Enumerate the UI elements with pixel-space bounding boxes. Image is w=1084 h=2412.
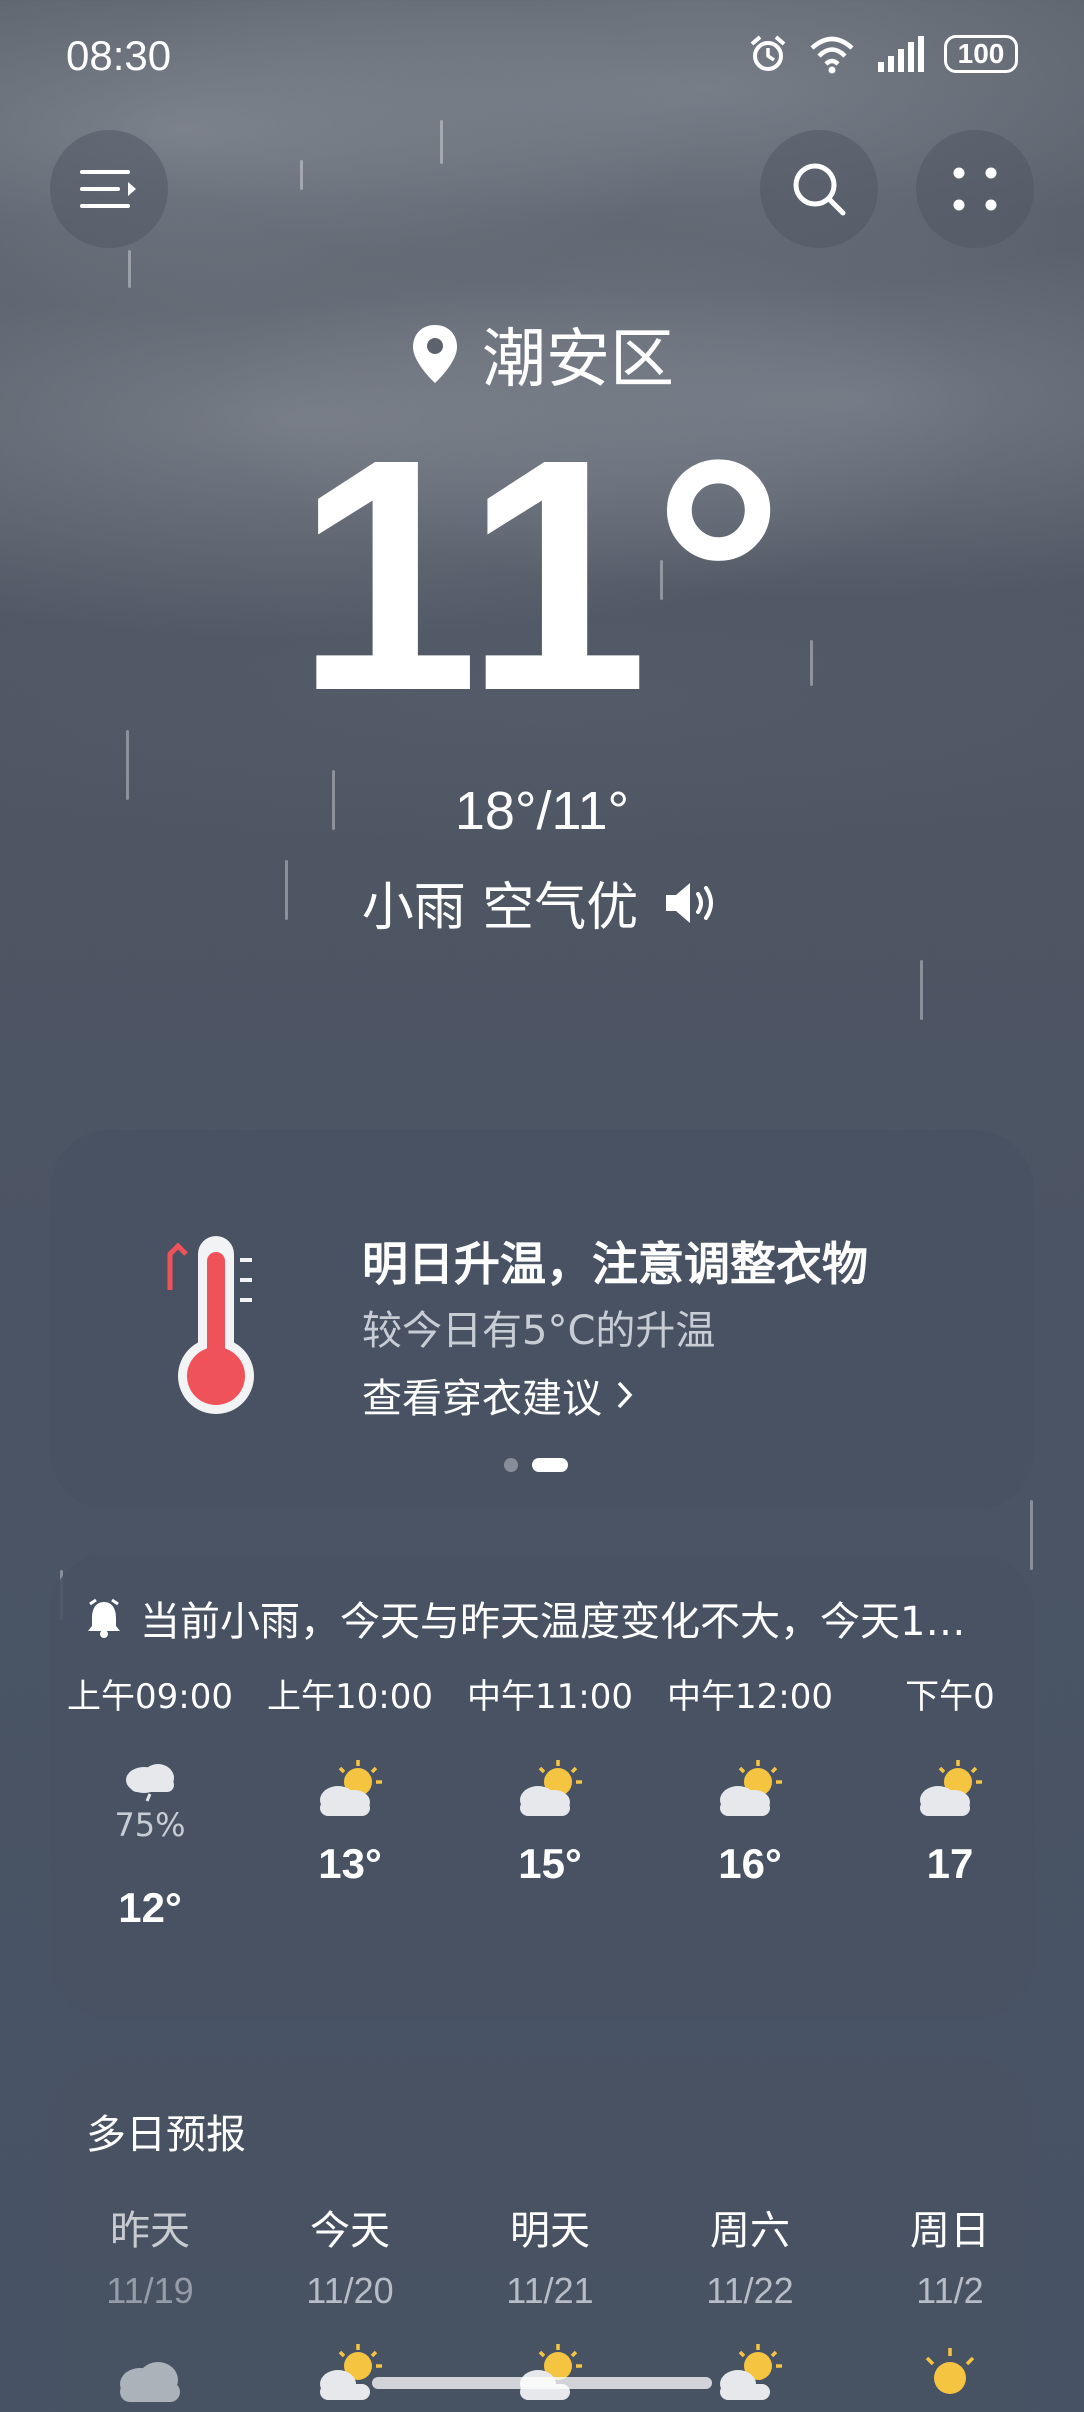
partly-sunny-icon <box>520 2344 582 2400</box>
partly-sunny-icon <box>520 1760 582 1816</box>
hour-item: 中午12:00 16° <box>650 1669 850 1888</box>
day-name: 昨天 <box>110 2208 190 2254</box>
hour-time: 下午0 <box>905 1677 995 1717</box>
clothing-tip-card[interactable]: 明日升温，注意调整衣物 较今日有5°C的升温 查看穿衣建议 <box>50 1130 1034 1510</box>
wifi-icon <box>810 36 854 74</box>
hour-time: 中午11:00 <box>467 1677 633 1717</box>
rain-streak <box>440 120 443 164</box>
alarm-icon <box>750 35 786 71</box>
hour-item: 中午11:00 15° <box>450 1669 650 1888</box>
speaker-icon[interactable] <box>662 878 722 928</box>
day-name: 今天 <box>310 2208 390 2254</box>
status-time: 08:30 <box>66 32 172 79</box>
chevron-right-icon <box>617 1381 633 1409</box>
weather-alert: 当前小雨，今天与昨天温度变化不大，今天1… <box>86 1589 1001 1647</box>
hour-time: 上午10:00 <box>267 1677 433 1717</box>
tip-subtitle: 较今日有5°C的升温 <box>362 1308 716 1354</box>
partly-sunny-icon <box>720 2344 782 2400</box>
location-header[interactable]: 潮安区 <box>0 308 1084 400</box>
rain-streak <box>1030 1500 1033 1570</box>
partly-sunny-icon <box>320 2344 382 2400</box>
clothing-advice-link[interactable]: 查看穿衣建议 <box>362 1366 634 1424</box>
menu-icon <box>80 170 136 208</box>
cloud-icon <box>120 2362 180 2402</box>
rain-streak <box>920 960 923 1020</box>
search-button[interactable] <box>760 130 878 248</box>
rain-streak <box>300 160 303 190</box>
rain-streak <box>128 250 131 288</box>
hour-temperature: 17 <box>926 1840 974 1887</box>
hourly-forecast-card[interactable]: 当前小雨，今天与昨天温度变化不大，今天1… 上午09:00 75% 12° 上午… <box>50 1553 1034 2019</box>
day-date: 11/22 <box>706 2270 794 2311</box>
hour-item: 上午10:00 13° <box>250 1669 450 1888</box>
menu-button[interactable] <box>50 130 168 248</box>
rain-cloud-icon <box>126 1764 174 1802</box>
high-low-temperature: 18°/11° <box>454 781 630 841</box>
day-date: 11/21 <box>506 2270 594 2311</box>
hour-time: 中午12:00 <box>667 1677 833 1717</box>
hour-temperature: 15° <box>518 1840 582 1887</box>
day-name: 周日 <box>910 2208 990 2254</box>
current-temperature: 11° <box>295 390 789 759</box>
thermometer-icon <box>167 1236 254 1414</box>
hour-item: 上午09:00 75% 12° <box>50 1669 250 1932</box>
day-name: 明天 <box>510 2208 590 2254</box>
home-indicator[interactable] <box>372 2377 712 2389</box>
condition-text: 小雨 空气优 <box>361 878 639 938</box>
day-name: 周六 <box>710 2208 790 2254</box>
day-date: 11/19 <box>106 2270 194 2311</box>
location-pin-icon <box>413 325 457 383</box>
status-icons: 100 <box>748 34 1018 74</box>
alert-text: 当前小雨，今天与昨天温度变化不大，今天1… <box>140 1599 966 1645</box>
current-condition: 小雨 空气优 <box>0 865 1084 940</box>
hour-precipitation: 75% <box>114 1806 186 1844</box>
day-date: 11/2 <box>916 2270 984 2311</box>
hour-temperature: 16° <box>718 1840 782 1887</box>
partly-sunny-icon <box>920 1760 982 1816</box>
partly-sunny-icon <box>320 1760 382 1816</box>
signal-icon <box>878 36 924 72</box>
hour-time: 上午09:00 <box>67 1677 233 1717</box>
battery-indicator: 100 <box>944 35 1018 73</box>
day-item[interactable]: 昨天 11/19 <box>50 2198 250 2412</box>
clothing-advice-label: 查看穿衣建议 <box>362 1376 602 1422</box>
hour-temperature: 12° <box>118 1884 182 1931</box>
page-indicator <box>504 1458 568 1472</box>
more-button[interactable] <box>916 130 1034 248</box>
page-dot <box>504 1458 518 1472</box>
grid-dots-icon <box>953 167 997 211</box>
tip-title: 明日升温，注意调整衣物 <box>362 1237 868 1291</box>
page-dot-active <box>532 1458 568 1472</box>
search-icon <box>793 163 846 216</box>
bell-icon <box>88 1598 120 1638</box>
partly-sunny-icon <box>720 1760 782 1816</box>
daily-title: 多日预报 <box>86 2112 246 2158</box>
location-name: 潮安区 <box>482 323 674 397</box>
sun-icon <box>925 2348 975 2394</box>
hour-item: 下午0 17 <box>850 1669 998 1888</box>
daily-forecast-card[interactable]: 多日预报 昨天 11/19 今天 11/20 明天 11/21 周六 11/22… <box>50 2058 1034 2412</box>
day-date: 11/20 <box>306 2270 394 2311</box>
day-item[interactable]: 周日 11/2 <box>850 2198 998 2410</box>
hourly-list[interactable]: 上午09:00 75% 12° 上午10:00 13° 中午11:00 15° … <box>50 1669 998 1969</box>
hour-temperature: 13° <box>318 1840 382 1887</box>
